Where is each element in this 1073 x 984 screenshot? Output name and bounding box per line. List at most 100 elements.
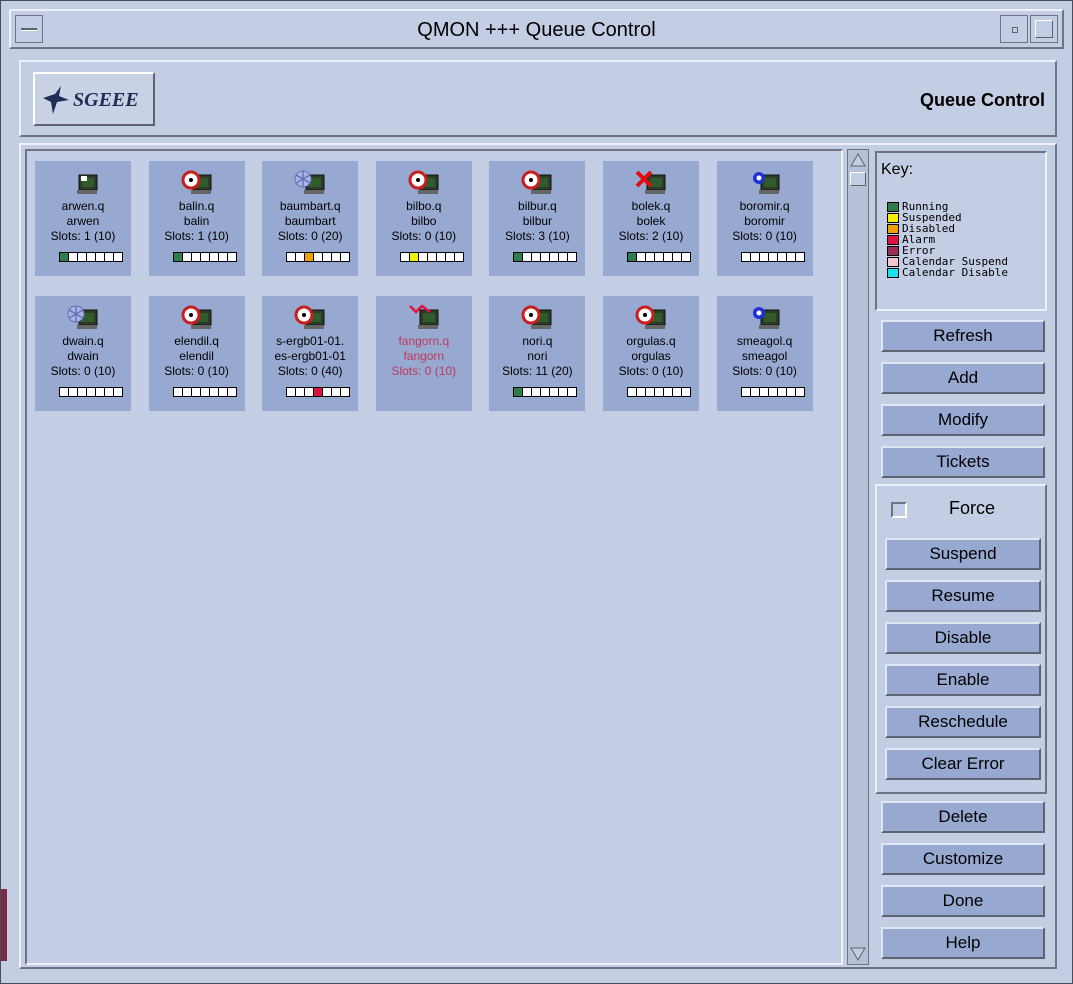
- slot-cell: [173, 253, 182, 261]
- queue-tile[interactable]: dwain.q dwain Slots: 0 (10): [35, 296, 131, 411]
- key-swatch: [887, 256, 899, 267]
- scroll-down-arrow-icon[interactable]: [850, 946, 866, 962]
- queue-slots: Slots: 3 (10): [505, 229, 570, 243]
- queue-slots: Slots: 0 (10): [391, 229, 457, 243]
- slot-cell: [60, 388, 68, 396]
- done-button[interactable]: Done: [881, 885, 1045, 917]
- slot-cell: [673, 253, 681, 261]
- queue-tile[interactable]: s-ergb01-01. es-ergb01-01 Slots: 0 (40): [262, 296, 359, 411]
- slot-cell: [445, 253, 454, 261]
- enable-button[interactable]: Enable: [885, 664, 1041, 696]
- queue-tile[interactable]: baumbart.q baumbart Slots: 0 (20): [262, 161, 359, 276]
- queue-name: dwain.q: [62, 334, 104, 348]
- blue-badge-icon: [752, 172, 780, 194]
- slot-cell: [218, 253, 227, 261]
- slot-cell: [655, 253, 663, 261]
- delete-button[interactable]: Delete: [881, 801, 1045, 833]
- sgeee-logo-button[interactable]: SGEEE: [33, 72, 155, 126]
- slot-cell: [305, 388, 314, 396]
- slot-indicator: [740, 252, 805, 262]
- slot-indicator: [286, 252, 351, 262]
- tickets-button[interactable]: Tickets: [881, 446, 1045, 478]
- slot-cell: [768, 388, 777, 396]
- queue-area[interactable]: arwen.q arwen Slots: 1 (10) balin.q balin Slo…: [25, 149, 843, 965]
- slot-cell: [541, 388, 550, 396]
- slot-cell: [400, 253, 409, 261]
- slot-cell: [227, 253, 236, 261]
- queue-name: fangorn.q: [398, 334, 450, 348]
- queue-host: dwain: [67, 349, 99, 363]
- queue-host: boromir: [744, 214, 785, 228]
- slot-cell: [673, 388, 681, 396]
- queue-tile[interactable]: bilbo.q bilbo Slots: 0 (10): [375, 161, 472, 276]
- disable-button[interactable]: Disable: [885, 622, 1041, 654]
- queue-tile[interactable]: smeagol.q smeagol Slots: 0 (10): [716, 296, 813, 411]
- slot-cell: [332, 253, 341, 261]
- key-title: Key:: [881, 161, 914, 178]
- queue-tile[interactable]: elendil.q elendil Slots: 0 (10): [148, 296, 245, 411]
- slot-cell: [314, 253, 323, 261]
- vertical-scrollbar[interactable]: [847, 149, 869, 965]
- help-button[interactable]: Help: [881, 927, 1045, 959]
- scroll-thumb[interactable]: [850, 172, 866, 186]
- clear-error-button[interactable]: Clear Error: [885, 748, 1041, 780]
- slot-cell: [750, 388, 759, 396]
- queue-host: smeagol: [741, 349, 788, 363]
- minimize-button[interactable]: [1000, 15, 1028, 43]
- reschedule-button[interactable]: Reschedule: [885, 706, 1041, 738]
- refresh-button[interactable]: Refresh: [881, 320, 1045, 352]
- queue-tile[interactable]: bilbur.q bilbur Slots: 3 (10): [489, 161, 586, 276]
- slot-cell: [296, 253, 305, 261]
- slot-indicator: [172, 387, 237, 397]
- queue-slots: Slots: 0 (10): [618, 364, 684, 378]
- slot-cell: [227, 388, 236, 396]
- slot-cell: [768, 253, 777, 261]
- logo-text: SGEEE: [73, 89, 139, 111]
- load-clock-icon: [408, 170, 439, 194]
- queue-slots: Slots: 0 (20): [277, 229, 343, 243]
- error-x-icon: [635, 170, 666, 194]
- slot-cell: [287, 253, 296, 261]
- terminal-icon: [77, 174, 98, 194]
- slot-cell: [682, 388, 690, 396]
- key-swatch: [887, 212, 899, 223]
- action-frame: Force Suspend Resume Disable Enable Resc…: [875, 484, 1047, 794]
- slot-cell: [646, 253, 654, 261]
- resume-button[interactable]: Resume: [885, 580, 1041, 612]
- customize-button[interactable]: Customize: [881, 843, 1045, 875]
- title-bar[interactable]: QMON +++ Queue Control: [9, 9, 1064, 49]
- slot-cell: [682, 253, 690, 261]
- slot-cell: [114, 388, 122, 396]
- queue-tile[interactable]: fangorn.q fangorn Slots: 0 (10): [375, 296, 472, 411]
- maximize-button[interactable]: [1030, 15, 1058, 43]
- force-checkbox[interactable]: [891, 502, 907, 518]
- slot-cell: [96, 388, 104, 396]
- queue-tile[interactable]: balin.q balin Slots: 1 (10): [148, 161, 245, 276]
- slot-cell: [78, 388, 86, 396]
- queue-host: baumbart: [284, 214, 336, 228]
- slot-cell: [209, 253, 218, 261]
- add-button[interactable]: Add: [881, 362, 1045, 394]
- queue-host: bilbo: [411, 214, 437, 228]
- slot-cell: [759, 388, 768, 396]
- slot-cell: [637, 388, 645, 396]
- queue-tile[interactable]: nori.q nori Slots: 11 (20): [489, 296, 586, 411]
- slot-indicator: [59, 387, 123, 397]
- slot-cell: [314, 388, 323, 396]
- snowflake-icon: [294, 170, 325, 194]
- queue-tile[interactable]: boromir.q boromir Slots: 0 (10): [716, 161, 813, 276]
- suspend-button[interactable]: Suspend: [885, 538, 1041, 570]
- queue-slots: Slots: 0 (10): [391, 364, 457, 378]
- slot-cell: [637, 253, 645, 261]
- modify-button[interactable]: Modify: [881, 404, 1045, 436]
- queue-tile[interactable]: orgulas.q orgulas Slots: 0 (10): [603, 296, 699, 411]
- slot-cell: [786, 388, 795, 396]
- slot-cell: [191, 253, 200, 261]
- scroll-up-arrow-icon[interactable]: [850, 152, 866, 168]
- slot-cell: [323, 253, 332, 261]
- slot-cell: [628, 388, 636, 396]
- queue-tile[interactable]: arwen.q arwen Slots: 1 (10): [35, 161, 131, 276]
- queue-tile[interactable]: bolek.q bolek Slots: 2 (10): [603, 161, 699, 276]
- slot-cell: [514, 253, 523, 261]
- slot-cell: [427, 253, 436, 261]
